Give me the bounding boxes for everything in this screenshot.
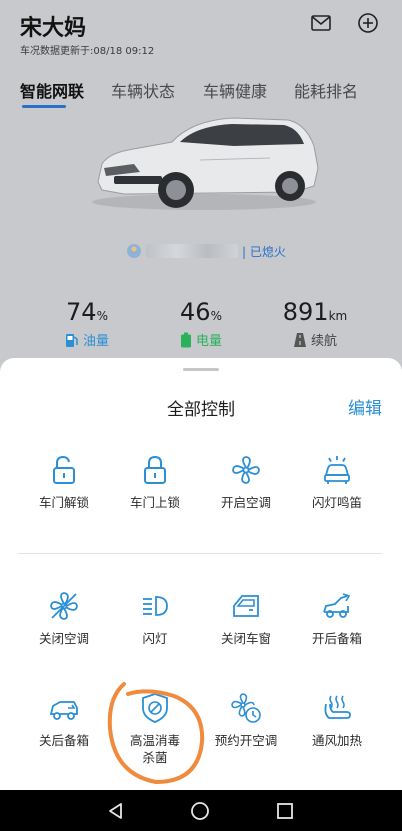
highlight-annotation <box>107 682 205 785</box>
control-close-trunk[interactable]: 关后备箱 <box>16 692 112 749</box>
control-label: 预约开空调 <box>214 733 278 748</box>
tab-vehicle-health[interactable]: 车辆健康 <box>203 78 267 102</box>
page-title: 宋大妈 <box>20 16 87 41</box>
main-tabs: 智能网联 车辆状态 车辆健康 能耗排名 <box>0 72 402 112</box>
control-label: 开启空调 <box>220 495 271 510</box>
control-flash-horn[interactable]: 闪灯鸣笛 <box>289 454 385 511</box>
stat-battery: 46% 电量 <box>146 298 256 349</box>
active-tab-indicator <box>22 105 66 108</box>
range-label: 续航 <box>310 334 337 349</box>
mail-icon[interactable] <box>310 12 332 34</box>
recents-icon[interactable] <box>275 801 295 821</box>
system-navigation-bar <box>0 790 402 831</box>
control-door-lock[interactable]: 车门上锁 <box>107 454 203 511</box>
control-label: 通风加热 <box>311 733 362 748</box>
engine-state-text: | 已熄火 <box>242 244 286 259</box>
sheet-title: 全部控制 <box>167 400 235 420</box>
tab-smart-connect[interactable]: 智能网联 <box>20 78 84 102</box>
fan-off-icon <box>50 592 78 620</box>
home-icon[interactable] <box>190 801 210 821</box>
fuel-icon <box>65 333 78 347</box>
battery-value: 46 <box>180 298 211 326</box>
trunk-open-icon <box>323 593 351 618</box>
control-close-window[interactable]: 关闭车窗 <box>198 590 294 647</box>
seat-ventilation-icon <box>324 695 351 719</box>
control-schedule-ac[interactable]: 预约开空调 <box>198 692 294 749</box>
stat-fuel: 74% 油量 <box>32 298 142 349</box>
range-value: 891 <box>282 298 329 326</box>
control-label: 关闭空调 <box>38 631 89 646</box>
trunk-close-icon <box>49 701 78 720</box>
license-plate-blurred <box>146 244 238 258</box>
control-label: 开后备箱 <box>311 631 362 646</box>
control-door-unlock[interactable]: 车门解锁 <box>16 454 112 511</box>
tab-vehicle-status[interactable]: 车辆状态 <box>111 78 175 102</box>
control-open-trunk[interactable]: 开后备箱 <box>289 590 385 647</box>
car-window-icon <box>233 595 259 617</box>
road-icon <box>293 332 306 347</box>
fuel-label: 油量 <box>82 334 109 349</box>
control-seat-ventilation-heat[interactable]: 通风加热 <box>289 692 385 749</box>
battery-unit: % <box>210 309 222 323</box>
unlock-icon <box>53 455 75 484</box>
status-avatar-icon <box>127 244 141 258</box>
headlight-icon <box>143 596 168 616</box>
battery-icon <box>180 332 191 347</box>
fuel-unit: % <box>96 309 108 323</box>
vehicle-overview-background: 宋大妈 车况数据更新于:08/18 09:12 智能网联 车辆状态 车辆健康 能… <box>0 0 402 380</box>
control-ac-off[interactable]: 关闭空调 <box>16 590 112 647</box>
fuel-value: 74 <box>66 298 97 326</box>
control-ac-on[interactable]: 开启空调 <box>198 454 294 511</box>
stat-range: 891km 续航 <box>260 298 370 349</box>
car-image <box>92 117 319 210</box>
control-label: 闪灯 <box>142 631 168 646</box>
fan-icon <box>232 456 260 484</box>
tab-energy-ranking[interactable]: 能耗排名 <box>294 78 358 102</box>
lock-icon <box>144 455 166 484</box>
edit-button[interactable]: 编辑 <box>348 394 382 419</box>
vehicle-status-pill: | 已熄火 <box>126 240 286 262</box>
app-header: 宋大妈 车况数据更新于:08/18 09:12 <box>0 0 402 70</box>
section-divider <box>18 553 382 554</box>
control-label: 关后备箱 <box>38 733 89 748</box>
battery-label: 电量 <box>195 334 222 349</box>
control-label: 车门上锁 <box>129 495 180 510</box>
sheet-drag-handle[interactable] <box>183 368 219 371</box>
range-unit: km <box>328 309 348 323</box>
control-flash[interactable]: 闪灯 <box>107 590 203 647</box>
schedule-ac-icon <box>231 693 261 723</box>
control-label: 车门解锁 <box>38 495 89 510</box>
control-label: 关闭车窗 <box>220 631 271 646</box>
control-label: 闪灯鸣笛 <box>311 495 362 510</box>
car-horn-icon <box>324 456 350 484</box>
add-circle-icon[interactable] <box>357 12 379 34</box>
update-timestamp: 车况数据更新于:08/18 09:12 <box>20 46 155 57</box>
back-icon[interactable] <box>106 801 126 821</box>
